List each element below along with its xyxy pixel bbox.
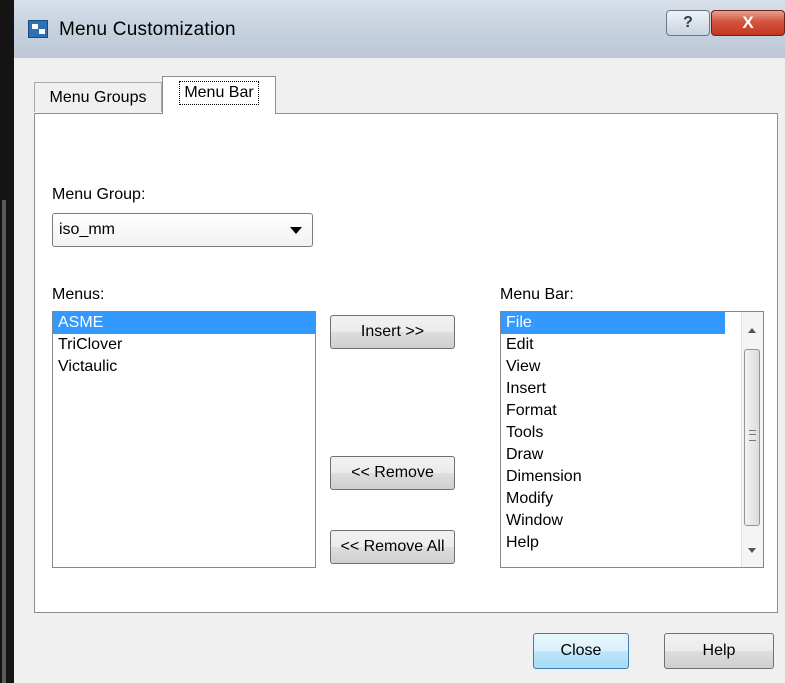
scroll-down-arrow-icon[interactable] (748, 548, 756, 553)
help-titlebar-button[interactable]: ? (666, 10, 710, 36)
app-icon (28, 20, 48, 38)
menu-group-label: Menu Group: (52, 186, 146, 203)
window-title: Menu Customization (59, 19, 236, 40)
screen: Menu Customization ? X Menu Groups Menu … (0, 0, 785, 683)
tab-menu-groups[interactable]: Menu Groups (34, 82, 162, 112)
scrollbar-thumb[interactable] (744, 349, 760, 526)
list-item[interactable]: Insert (501, 378, 725, 400)
list-item[interactable]: Draw (501, 444, 725, 466)
list-item[interactable]: Window (501, 510, 725, 532)
menu-group-select[interactable]: iso_mm (52, 213, 313, 247)
tab-menu-bar[interactable]: Menu Bar (162, 76, 276, 114)
background-window-edge (0, 0, 14, 683)
list-item[interactable]: TriClover (53, 334, 315, 356)
grip-icon (749, 430, 756, 441)
help-button[interactable]: Help (664, 633, 774, 669)
list-item[interactable]: Modify (501, 488, 725, 510)
list-item[interactable]: Tools (501, 422, 725, 444)
list-item[interactable]: ASME (53, 312, 315, 334)
list-item[interactable]: Edit (501, 334, 725, 356)
list-item[interactable]: Dimension (501, 466, 725, 488)
list-item[interactable]: View (501, 356, 725, 378)
close-button[interactable]: Close (533, 633, 629, 669)
list-item[interactable]: Victaulic (53, 356, 315, 378)
dialog-body: Menu Groups Menu Bar Menu Group: iso_mm … (14, 58, 785, 683)
menu-bar-scrollbar[interactable] (741, 312, 763, 567)
menu-bar-listbox[interactable]: File Edit View Insert Format Tools Draw … (500, 311, 764, 568)
menu-bar-label: Menu Bar: (500, 286, 574, 303)
list-item[interactable]: File (501, 312, 725, 334)
title-bar[interactable]: Menu Customization ? X (14, 0, 785, 59)
close-window-button[interactable]: X (711, 10, 785, 36)
menus-listbox[interactable]: ASME TriClover Victaulic (52, 311, 316, 568)
remove-button[interactable]: << Remove (330, 456, 455, 490)
list-item[interactable]: Format (501, 400, 725, 422)
insert-button[interactable]: Insert >> (330, 315, 455, 349)
list-item[interactable]: Help (501, 532, 725, 554)
dropdown-arrow-icon[interactable] (290, 227, 302, 234)
menus-label: Menus: (52, 286, 105, 303)
tab-menu-bar-label: Menu Bar (179, 81, 259, 105)
menu-group-value: iso_mm (59, 221, 116, 238)
remove-all-button[interactable]: << Remove All (330, 530, 455, 564)
scroll-up-arrow-icon[interactable] (748, 328, 756, 333)
